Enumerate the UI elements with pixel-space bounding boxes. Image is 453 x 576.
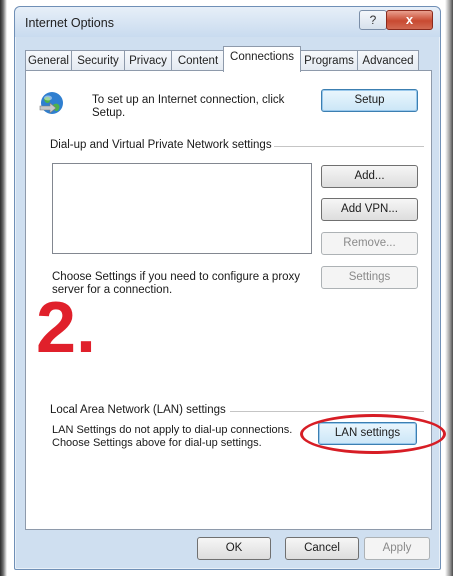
- proxy-description-line1: Choose Settings if you need to configure…: [52, 271, 301, 283]
- setup-description-line2: Setup.: [92, 107, 126, 119]
- add-button[interactable]: Add...: [321, 165, 418, 188]
- help-button[interactable]: ?: [359, 10, 387, 30]
- setup-button[interactable]: Setup: [321, 89, 418, 112]
- dialup-separator: [274, 146, 424, 147]
- dialup-vpn-heading: Dial-up and Virtual Private Network sett…: [50, 139, 272, 151]
- background-window-edge-left: [0, 0, 8, 576]
- lan-heading: Local Area Network (LAN) settings: [50, 404, 226, 416]
- add-vpn-button[interactable]: Add VPN...: [321, 198, 418, 221]
- remove-button[interactable]: Remove...: [321, 232, 418, 255]
- tab-security[interactable]: Security: [71, 50, 125, 71]
- tab-programs[interactable]: Programs: [300, 50, 358, 71]
- title-bar[interactable]: Internet Options ? x: [15, 7, 440, 37]
- settings-button[interactable]: Settings: [321, 266, 418, 289]
- lan-separator: [230, 411, 424, 412]
- lan-description-line2: Choose Settings above for dial-up settin…: [52, 437, 262, 449]
- background-window-edge-right: [443, 0, 453, 576]
- highlight-circle-annotation: [300, 414, 446, 454]
- tab-connections[interactable]: Connections: [223, 46, 301, 72]
- tab-content[interactable]: Content: [171, 50, 225, 71]
- tab-privacy[interactable]: Privacy: [124, 50, 172, 71]
- tab-general[interactable]: General: [25, 50, 72, 71]
- tab-advanced[interactable]: Advanced: [357, 50, 419, 71]
- lan-description-line1: LAN Settings do not apply to dial-up con…: [52, 424, 293, 436]
- cancel-button[interactable]: Cancel: [285, 537, 359, 560]
- setup-description-line1: To set up an Internet connection, click: [92, 94, 285, 106]
- apply-button[interactable]: Apply: [364, 537, 430, 560]
- window-title: Internet Options: [25, 16, 114, 30]
- close-button[interactable]: x: [386, 10, 433, 30]
- step-number-annotation: 2.: [36, 288, 97, 368]
- network-globe-icon: [39, 92, 63, 114]
- connections-listbox[interactable]: [52, 163, 312, 254]
- ok-button[interactable]: OK: [197, 537, 271, 560]
